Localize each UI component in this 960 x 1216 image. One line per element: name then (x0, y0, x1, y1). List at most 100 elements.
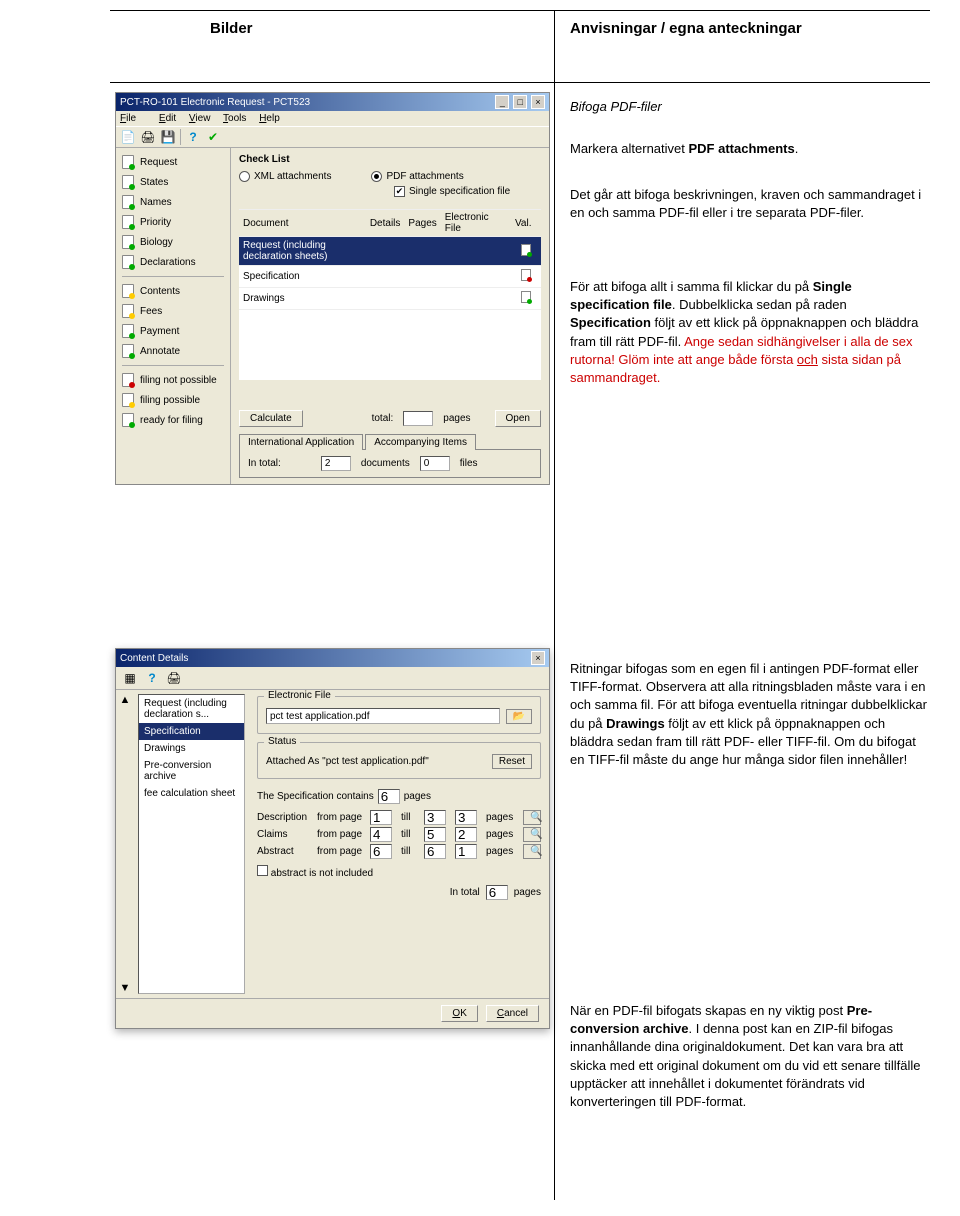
sidebar-item-label: Payment (140, 326, 179, 337)
from-page-input[interactable] (370, 844, 392, 859)
sidebar-item-label: Biology (140, 237, 173, 248)
section-label: Description (257, 812, 312, 823)
print-icon[interactable]: 🖨 (140, 129, 156, 145)
menu-file[interactable]: File (120, 113, 146, 124)
till-label: till (401, 829, 419, 840)
pages-label: pages (486, 829, 518, 840)
list-item[interactable]: Pre-conversion archive (139, 757, 244, 785)
help-icon[interactable]: ? (185, 129, 201, 145)
radio-xml[interactable]: XML attachments (239, 171, 331, 182)
open-button[interactable]: Open (495, 410, 541, 427)
from-page-input[interactable] (370, 810, 392, 825)
sidebar-item-request[interactable]: Request (116, 152, 230, 172)
from-page-label: from page (317, 812, 365, 823)
sidebar-item-filing-possible[interactable]: filing possible (116, 390, 230, 410)
to-page-input[interactable] (424, 844, 446, 859)
menu-help[interactable]: Help (259, 113, 280, 124)
instr-p1: Markera alternativet PDF attachments. (570, 140, 930, 158)
titlebar[interactable]: PCT-RO-101 Electronic Request - PCT523 _… (116, 93, 549, 111)
menu-tools[interactable]: Tools (223, 113, 246, 124)
sidebar-item-label: Fees (140, 306, 162, 317)
status-text: Attached As "pct test application.pdf" (266, 756, 486, 767)
save-icon[interactable]: 💾 (160, 129, 176, 145)
preview-button[interactable]: 🔍 (523, 844, 541, 859)
column-header-left: Bilder (210, 20, 253, 37)
reset-button[interactable]: Reset (492, 754, 532, 769)
sidebar-item-ready-for-filing[interactable]: ready for filing (116, 410, 230, 430)
tab-accompanying[interactable]: Accompanying Items (365, 434, 476, 450)
sidebar: Request States NamesPriority Biology Declara… (116, 148, 231, 484)
intotal-label: In total (450, 887, 480, 898)
page-count (455, 827, 477, 842)
calculate-button[interactable]: Calculate (239, 410, 303, 427)
from-page-input[interactable] (370, 827, 392, 842)
sidebar-item-names[interactable]: Names (116, 192, 230, 212)
list-item[interactable]: Request (including declaration s... (139, 695, 244, 723)
list-item[interactable]: Specification (139, 723, 244, 740)
sidebar-item-annotate[interactable]: Annotate (116, 341, 230, 361)
sidebar-item-label: filing not possible (140, 375, 217, 386)
sidebar-item-label: States (140, 177, 168, 188)
documents-label: documents (361, 458, 410, 469)
menu-edit[interactable]: Edit (159, 113, 176, 124)
intotal-suffix: pages (514, 887, 541, 898)
tab-international[interactable]: International Application (239, 434, 363, 450)
status-icon (122, 393, 134, 407)
cell-doc: Specification (239, 266, 366, 288)
maximize-icon[interactable]: □ (513, 95, 527, 109)
radio-pdf[interactable]: PDF attachments (371, 171, 463, 182)
status-icon (122, 235, 134, 249)
validation-icon (521, 291, 531, 303)
main-window: PCT-RO-101 Electronic Request - PCT523 _… (115, 92, 550, 485)
spec-pages-input[interactable] (378, 789, 400, 804)
close-icon[interactable]: × (531, 651, 545, 665)
sidebar-item-biology[interactable]: Biology (116, 232, 230, 252)
table-row[interactable]: Request (including declaration sheets) (239, 237, 541, 266)
sidebar-item-declarations[interactable]: Declarations (116, 252, 230, 272)
grid-icon[interactable]: ▦ (122, 670, 138, 686)
heading-bifoga: Bifoga PDF-filer (570, 98, 930, 116)
print-icon[interactable]: 🖨 (166, 670, 182, 686)
sidebar-item-states[interactable]: States (116, 172, 230, 192)
help-icon[interactable]: ? (144, 670, 160, 686)
dialog-titlebar[interactable]: Content Details × (116, 649, 549, 667)
sidebar-item-priority[interactable]: Priority (116, 212, 230, 232)
menu-view[interactable]: View (189, 113, 211, 124)
status-icon (122, 304, 134, 318)
to-page-input[interactable] (424, 810, 446, 825)
rule (110, 82, 930, 83)
down-arrow-icon[interactable]: ▼ (115, 982, 135, 994)
col-efile: Electronic File (441, 210, 511, 237)
list-item[interactable]: Drawings (139, 740, 244, 757)
ok-button[interactable]: OK (441, 1005, 477, 1022)
checkbox-singlefile[interactable]: Single specification file (394, 186, 510, 197)
sidebar-item-payment[interactable]: Payment (116, 321, 230, 341)
file-name-input[interactable] (266, 708, 500, 724)
sidebar-item-fees[interactable]: Fees (116, 301, 230, 321)
menubar: File Edit View Tools Help (116, 111, 549, 126)
preview-button[interactable]: 🔍 (523, 810, 541, 825)
check-icon[interactable]: ✔ (205, 129, 221, 145)
sidebar-item-label: Annotate (140, 346, 180, 357)
list-item[interactable]: fee calculation sheet (139, 785, 244, 802)
group-electronic-file: Electronic File (264, 690, 335, 701)
table-row[interactable]: Drawings (239, 288, 541, 310)
status-icon (122, 195, 134, 209)
minimize-icon[interactable]: _ (495, 95, 509, 109)
cell-doc: Request (including declaration sheets) (239, 237, 366, 266)
checkbox-abstract-not-included[interactable]: abstract is not included (257, 865, 373, 879)
close-icon[interactable]: × (531, 95, 545, 109)
sidebar-item-contents[interactable]: Contents (116, 281, 230, 301)
to-page-input[interactable] (424, 827, 446, 842)
content-list[interactable]: Request (including declaration s...Speci… (138, 694, 245, 994)
status-icon (122, 175, 134, 189)
up-arrow-icon[interactable]: ▲ (115, 694, 135, 706)
preview-button[interactable]: 🔍 (523, 827, 541, 842)
window-title: PCT-RO-101 Electronic Request - PCT523 (120, 97, 310, 108)
new-icon[interactable]: 📄 (120, 129, 136, 145)
browse-button[interactable]: 📂 (506, 709, 532, 724)
cancel-button[interactable]: Cancel (486, 1005, 539, 1022)
document-table: Document Details Pages Electronic File V… (239, 209, 541, 380)
sidebar-item-filing-not-possible[interactable]: filing not possible (116, 370, 230, 390)
table-row[interactable]: Specification (239, 266, 541, 288)
